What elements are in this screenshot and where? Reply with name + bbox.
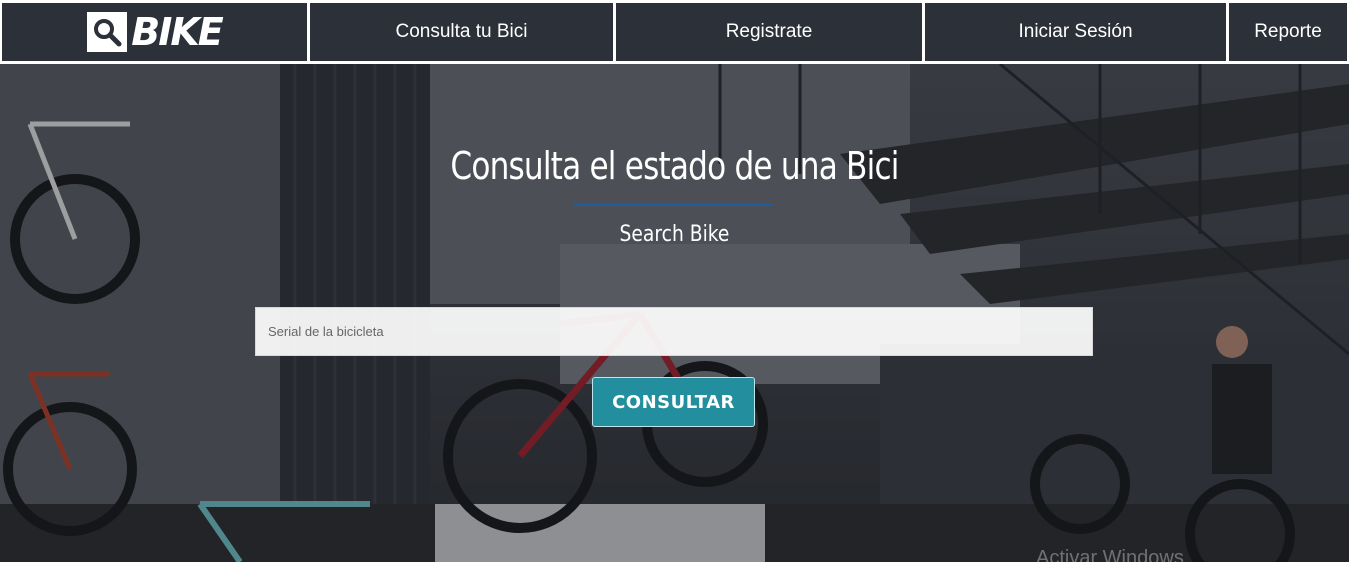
nav-item-registrate[interactable]: Registrate xyxy=(616,3,922,61)
page-subtitle: Search Bike xyxy=(619,222,730,247)
nav-item-iniciar-sesion[interactable]: Iniciar Sesión xyxy=(925,3,1226,61)
page-title: Consulta el estado de una Bici xyxy=(450,144,899,188)
activate-windows-watermark: Activar Windows xyxy=(1036,547,1184,562)
nav-item-reporte[interactable]: Reporte xyxy=(1229,3,1347,61)
hero-section: Consulta el estado de una Bici Search Bi… xyxy=(0,64,1349,562)
serial-search-input[interactable] xyxy=(255,307,1093,356)
top-navbar: BIKE Consulta tu Bici Registrate Iniciar… xyxy=(0,0,1349,64)
logo-link[interactable]: BIKE xyxy=(2,3,307,61)
title-underline xyxy=(573,204,774,206)
nav-item-consulta[interactable]: Consulta tu Bici xyxy=(310,3,613,61)
logo-text: BIKE xyxy=(131,10,224,54)
consultar-button[interactable]: CONSULTAR xyxy=(592,377,755,427)
search-icon xyxy=(87,12,128,52)
logo: BIKE xyxy=(87,10,224,54)
